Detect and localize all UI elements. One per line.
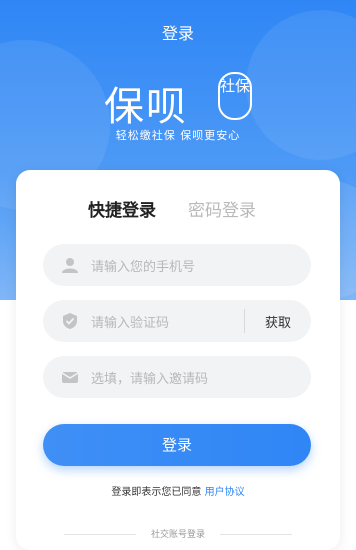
- tab-quick-login[interactable]: 快捷登录: [88, 196, 156, 221]
- login-card: 快捷登录 密码登录 请输入您的手机号 请输入验证码 获取 选填，请输入邀请码 登…: [16, 170, 340, 550]
- invite-placeholder: 选填，请输入邀请码: [91, 372, 209, 387]
- phone-field[interactable]: 请输入您的手机号: [43, 244, 311, 286]
- get-code-button[interactable]: 获取: [265, 312, 291, 331]
- brand-logo: 保呗 社保: [104, 72, 254, 130]
- user-agreement-link[interactable]: 用户协议: [205, 487, 245, 498]
- user-icon: [62, 258, 78, 273]
- social-login-label: 社交账号登录: [150, 530, 205, 540]
- code-placeholder: 请输入验证码: [91, 316, 170, 331]
- agreement-prefix: 登录即表示您已同意: [111, 487, 205, 498]
- shield-icon: [63, 313, 77, 329]
- brand-slogan: 轻松缴社保 保呗更安心: [115, 129, 241, 142]
- mail-icon: [61, 372, 79, 383]
- login-button[interactable]: 登录: [43, 424, 311, 466]
- field-divider: [244, 309, 245, 333]
- page-title: 登录: [161, 24, 194, 43]
- tab-password-login[interactable]: 密码登录: [188, 196, 256, 221]
- divider-line: [220, 534, 292, 535]
- invite-code-field[interactable]: 选填，请输入邀请码: [43, 356, 311, 398]
- login-tabs: 快捷登录 密码登录: [16, 196, 340, 221]
- agreement-text: 登录即表示您已同意 用户协议: [16, 483, 340, 498]
- logo-badge: 社保: [218, 72, 252, 120]
- verification-code-field[interactable]: 请输入验证码 获取: [43, 300, 311, 342]
- phone-placeholder: 请输入您的手机号: [91, 260, 196, 275]
- logo-text: 保呗: [104, 84, 188, 130]
- divider-line: [64, 534, 136, 535]
